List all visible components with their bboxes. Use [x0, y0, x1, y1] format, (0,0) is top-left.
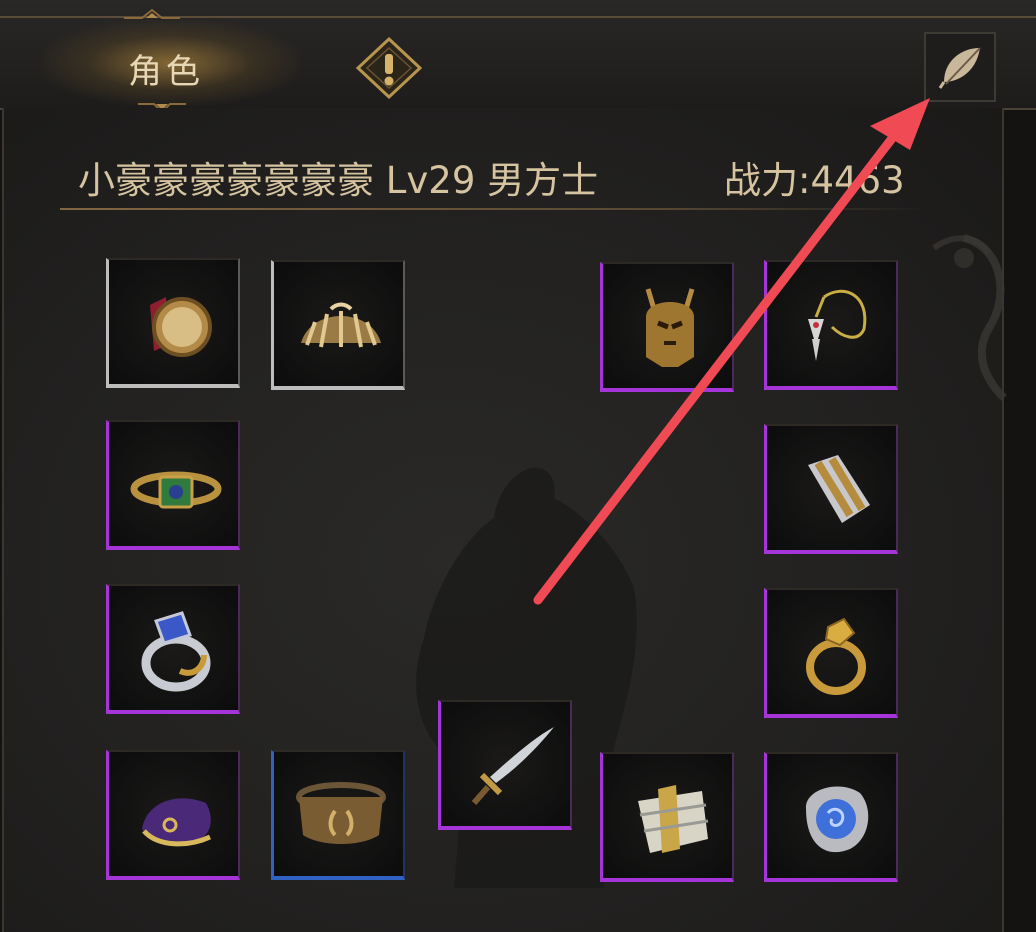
- equip-slot-shoulder[interactable]: [271, 260, 405, 390]
- equip-slot-belt[interactable]: [271, 750, 405, 880]
- character-level: Lv29: [385, 159, 476, 202]
- bracelet-icon: [130, 471, 222, 509]
- tab-character-label: 角色: [128, 52, 204, 92]
- equip-slot-armor[interactable]: [600, 752, 734, 882]
- equip-slot-necklace[interactable]: [764, 260, 898, 390]
- belt-icon: [296, 782, 386, 844]
- equip-slot-sword[interactable]: [438, 700, 572, 830]
- sword-icon: [471, 727, 554, 805]
- bracer-icon: [808, 455, 870, 523]
- combat-power-value: 4463: [810, 159, 905, 202]
- armor-icon: [638, 785, 709, 853]
- equip-slot-bracelet[interactable]: [106, 420, 240, 550]
- equip-slot-bracer[interactable]: [764, 424, 898, 554]
- equip-slot-ring-sapphire[interactable]: [106, 584, 240, 714]
- medal-icon: [150, 297, 212, 357]
- equip-slot-shoes[interactable]: [106, 750, 240, 880]
- equip-slot-medal[interactable]: [106, 258, 240, 388]
- equip-slot-ring-gold[interactable]: [764, 588, 898, 718]
- leaf-button[interactable]: [924, 32, 996, 102]
- tab-ornament-top-icon: [124, 8, 180, 19]
- sapphire-ring-icon: [141, 611, 211, 692]
- leaf-icon: [938, 47, 981, 89]
- equip-slot-helmet[interactable]: [600, 262, 734, 392]
- necklace-icon: [808, 289, 867, 361]
- shoes-icon: [142, 798, 212, 847]
- equip-slot-talisman[interactable]: [764, 752, 898, 882]
- character-class: 男方士: [487, 159, 599, 202]
- info-divider: [60, 208, 930, 210]
- shoulder-icon: [301, 302, 381, 348]
- combat-power: 战力:4463: [724, 150, 905, 204]
- character-name: 小豪豪豪豪豪豪豪: [78, 159, 374, 202]
- gold-ring-icon: [806, 617, 866, 695]
- talisman-icon: [805, 786, 869, 853]
- tab-alert-icon[interactable]: [354, 36, 424, 100]
- combat-power-label: 战力:: [724, 159, 811, 202]
- character-info: 小豪豪豪豪豪豪豪 Lv29 男方士: [78, 150, 598, 204]
- helmet-icon: [645, 288, 695, 367]
